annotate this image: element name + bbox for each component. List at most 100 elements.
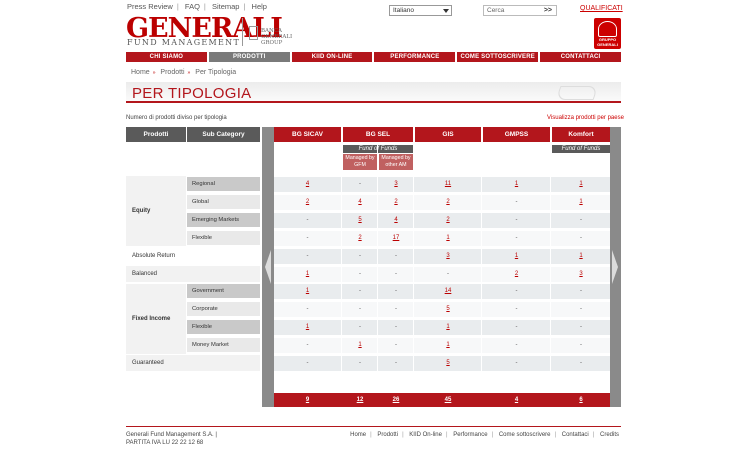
table-row: 4-3 11 1 1 <box>274 177 610 192</box>
category-balanced: Balanced <box>126 266 260 282</box>
top-links: Press Review | FAQ | Sitemap | Help <box>127 2 267 11</box>
table-cell[interactable]: 2 <box>415 195 481 210</box>
subcategory-emerging-markets: Emerging Markets <box>187 213 260 227</box>
table-cell[interactable]: 2 <box>483 267 550 282</box>
table-cell[interactable]: 1 <box>552 177 610 192</box>
table-cell[interactable]: 3 <box>415 249 481 264</box>
table-cell: - <box>395 306 397 312</box>
footer-link-performance[interactable]: Performance <box>453 432 487 438</box>
footer-link-credits[interactable]: Credits <box>600 432 619 438</box>
scroll-left-bar[interactable] <box>262 127 274 407</box>
nav-contattaci[interactable]: CONTATTACI <box>540 52 621 62</box>
table-cell[interactable]: 3 <box>552 267 610 282</box>
table-cell[interactable]: 1 <box>343 338 377 353</box>
total-cell[interactable]: 9 <box>274 393 341 407</box>
nav-chi-siamo[interactable]: CHI SIAMO <box>126 52 207 62</box>
table-cell[interactable]: 2 <box>343 231 377 246</box>
view-by-country-link[interactable]: Visualizza prodotti per paese <box>547 115 624 121</box>
qualified-link[interactable]: QUALIFICATI <box>580 5 623 12</box>
table-cell: - <box>359 271 361 277</box>
total-cell[interactable]: 4 <box>483 393 550 407</box>
table-cell: - <box>580 288 582 294</box>
column-divider <box>413 142 414 393</box>
table-cell[interactable]: 3 <box>379 177 413 192</box>
category-absolute-return: Absolute Return <box>126 248 260 264</box>
nav-prodotti[interactable]: PRODOTTI <box>208 52 290 62</box>
table-cell[interactable]: 1 <box>483 177 550 192</box>
footer-link-kiid[interactable]: KIID On-line <box>409 432 442 438</box>
nav-come-sottoscrivere[interactable]: COME SOTTOSCRIVERE <box>457 52 539 62</box>
table-cell: - <box>447 271 449 277</box>
table-row: - 1 - 1 - - <box>274 338 610 353</box>
column-divider <box>550 142 551 393</box>
total-cell[interactable]: 45 <box>415 393 481 407</box>
table-cell[interactable]: 1 <box>274 320 341 335</box>
footer-link-prodotti[interactable]: Prodotti <box>377 432 398 438</box>
table-cell[interactable]: 5 <box>343 213 377 228</box>
header-bg-sicav: BG SICAV <box>274 127 341 142</box>
table-cell: - <box>395 271 397 277</box>
arrow-right-icon[interactable] <box>612 250 618 284</box>
breadcrumb-prodotti[interactable]: Prodotti <box>160 69 184 76</box>
header-komfort: Komfort <box>552 127 610 142</box>
table-cell: - <box>515 324 518 330</box>
table-cell[interactable]: 1 <box>415 320 481 335</box>
table-cell[interactable]: 1 <box>274 284 341 299</box>
seal-text: GRUPPO GENERALI <box>597 37 618 47</box>
faq-link[interactable]: FAQ <box>185 2 200 11</box>
table-row: - - - 5 - - <box>274 302 610 317</box>
lion-icon <box>598 21 617 37</box>
search-input[interactable]: Cerca >> <box>483 5 557 16</box>
table-cell[interactable]: 1 <box>274 267 341 282</box>
table-cell[interactable]: 4 <box>343 195 377 210</box>
total-cell[interactable]: 6 <box>552 393 610 407</box>
footer-link-contattaci[interactable]: Contattaci <box>562 432 589 438</box>
table-cell[interactable]: 1 <box>415 231 481 246</box>
page: Press Review | FAQ | Sitemap | Help Italian… <box>0 0 750 460</box>
managed-by-gfm: Managed by GFM <box>343 154 377 170</box>
help-link[interactable]: Help <box>252 2 267 11</box>
managed-by-other-am: Managed by other AM <box>379 154 413 170</box>
scroll-right-bar[interactable] <box>610 127 621 407</box>
table-cell: - <box>515 217 518 223</box>
table-cell[interactable]: 4 <box>379 213 413 228</box>
table-cell: - <box>306 342 309 348</box>
nav-kiid-online[interactable]: KIID ON-LINE <box>291 52 373 62</box>
table-cell[interactable]: 1 <box>415 338 481 353</box>
table-cell[interactable]: 2 <box>379 195 413 210</box>
table-cell[interactable]: 1 <box>483 249 550 264</box>
sitemap-link[interactable]: Sitemap <box>212 2 240 11</box>
table-cell: - <box>359 306 361 312</box>
table-row: - 542 - - <box>274 213 610 228</box>
table-cell: - <box>306 360 309 366</box>
language-select[interactable]: Italiano <box>389 5 452 16</box>
table-cell[interactable]: 5 <box>415 356 481 371</box>
table-cell[interactable]: 11 <box>415 177 481 192</box>
total-cell[interactable]: 26 <box>379 393 413 407</box>
table-row: ---311 <box>274 249 610 264</box>
fund-of-funds-label: Fund of Funds <box>343 145 413 153</box>
total-cell[interactable]: 12 <box>343 393 377 407</box>
table-cell: - <box>580 360 582 366</box>
breadcrumb-separator-icon: » <box>152 70 156 76</box>
table-cell[interactable]: 2 <box>274 195 341 210</box>
table-cell: - <box>580 324 582 330</box>
table-row: 2422-1 <box>274 195 610 210</box>
arrow-left-icon[interactable] <box>265 250 271 284</box>
press-review-link[interactable]: Press Review <box>127 2 173 11</box>
table-cell[interactable]: 1 <box>552 195 610 210</box>
breadcrumb-home[interactable]: Home <box>131 69 150 76</box>
table-cell[interactable]: 1 <box>552 249 610 264</box>
footer-link-home[interactable]: Home <box>350 432 366 438</box>
footer-link-come-sottoscrivere[interactable]: Come sottoscrivere <box>499 432 551 438</box>
table-cell[interactable]: 14 <box>415 284 481 299</box>
nav-performance[interactable]: PERFORMANCE <box>374 52 456 62</box>
search-go-button[interactable]: >> <box>544 6 552 15</box>
table-cell[interactable]: 4 <box>274 177 341 192</box>
table-cell: - <box>395 360 397 366</box>
search-placeholder: Cerca <box>487 7 505 14</box>
category-guaranteed: Guaranteed <box>126 355 260 371</box>
table-cell[interactable]: 2 <box>415 213 481 228</box>
table-cell[interactable]: 5 <box>415 302 481 317</box>
table-cell[interactable]: 17 <box>379 231 413 246</box>
